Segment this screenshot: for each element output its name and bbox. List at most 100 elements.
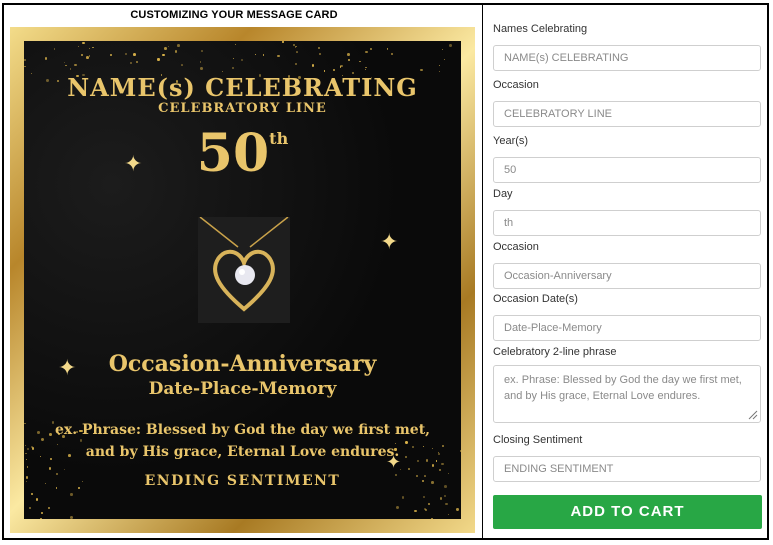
glitter-speck (136, 60, 139, 63)
day-input[interactable]: th (493, 210, 761, 236)
occasion-date-input[interactable]: Date-Place-Memory (493, 315, 761, 341)
glitter-speck (44, 57, 48, 60)
resize-grip-icon[interactable] (746, 408, 758, 420)
glitter-speck (419, 68, 423, 72)
phrase-textarea[interactable]: ex. Phrase: Blessed by God the day we fi… (493, 365, 761, 423)
glitter-speck (80, 54, 83, 56)
occasion-input[interactable]: Occasion-Anniversary (493, 263, 761, 289)
card-background: NAME(s) CELEBRATING CELEBRATORY LINE 50t… (24, 41, 461, 519)
glitter-speck (317, 47, 320, 50)
glitter-speck (241, 58, 244, 61)
glitter-speck (347, 53, 351, 57)
names-input[interactable]: NAME(s) CELEBRATING (493, 45, 761, 71)
glitter-speck (35, 498, 39, 501)
glitter-speck (444, 494, 447, 497)
card-year: 50th (24, 123, 461, 184)
glitter-speck (74, 64, 77, 67)
glitter-speck (88, 55, 91, 57)
glitter-speck (174, 50, 178, 53)
glitter-speck (176, 44, 180, 48)
glitter-speck (439, 468, 442, 472)
glitter-speck (431, 464, 435, 467)
glitter-speck (92, 46, 94, 49)
card-phrase: ex. Phrase: Blessed by God the day we fi… (24, 419, 461, 463)
glitter-speck (47, 506, 51, 510)
year-input[interactable]: 50 (493, 157, 761, 183)
card-day-suffix: th (269, 129, 289, 148)
glitter-speck (200, 49, 203, 52)
glitter-speck (443, 58, 446, 61)
glitter-speck (232, 67, 235, 70)
glitter-speck (69, 68, 72, 70)
glitter-speck (427, 503, 430, 506)
names-label: Names Celebrating (493, 23, 588, 35)
heart-necklace-image (198, 216, 290, 323)
day-label: Day (493, 188, 513, 200)
occasion-date-label: Occasion Date(s) (493, 293, 578, 305)
card-phrase-line2: and by His grace, Eternal Love endures. (85, 444, 400, 460)
card-year-number: 50 (196, 123, 270, 184)
glitter-speck (164, 47, 168, 51)
occasion2-label: Occasion (493, 241, 539, 253)
glitter-speck (235, 43, 237, 45)
glitter-speck (295, 51, 298, 54)
glitter-speck (53, 48, 56, 51)
phrase-placeholder: ex. Phrase: Blessed by God the day we fi… (504, 374, 742, 402)
glitter-speck (282, 41, 284, 43)
sparkle-icon: ✦ (380, 229, 399, 254)
glitter-speck (365, 51, 368, 54)
glitter-speck (40, 512, 43, 515)
occasion-label: Occasion (493, 79, 539, 91)
closing-label: Closing Sentiment (493, 434, 583, 446)
glitter-speck (447, 513, 449, 516)
glitter-speck (78, 45, 80, 48)
glitter-speck (24, 65, 26, 68)
glitter-speck (294, 46, 296, 48)
glitter-speck (63, 469, 65, 471)
glitter-speck (130, 61, 133, 64)
heart-pendant-icon (199, 216, 289, 312)
glitter-speck (364, 68, 367, 71)
add-to-cart-button[interactable]: ADD TO CART (493, 495, 762, 529)
glitter-speck (24, 59, 27, 62)
glitter-speck (359, 60, 361, 63)
glitter-speck (263, 54, 265, 56)
card-ending: ENDING SENTIMENT (144, 473, 341, 489)
glitter-speck (323, 70, 326, 73)
glitter-speck (70, 515, 74, 519)
glitter-speck (109, 54, 112, 57)
glitter-speck (332, 68, 336, 72)
closing-sentiment-input[interactable]: ENDING SENTIMENT (493, 456, 761, 482)
card-celebratory-line: CELEBRATORY LINE (158, 101, 327, 116)
card-occasion: Occasion-Anniversary (108, 351, 377, 377)
glitter-speck (63, 61, 65, 64)
glitter-speck (401, 496, 405, 499)
glitter-speck (414, 509, 417, 513)
glitter-speck (30, 493, 33, 496)
glitter-speck (27, 466, 29, 468)
glitter-speck (133, 53, 136, 57)
glitter-speck (65, 64, 68, 67)
glitter-speck (254, 53, 256, 55)
glitter-speck (199, 61, 202, 64)
glitter-speck (157, 58, 160, 61)
glitter-speck (430, 518, 433, 519)
glitter-speck (28, 507, 31, 510)
glitter-speck (439, 497, 443, 501)
glitter-speck (441, 48, 444, 51)
glitter-speck (390, 52, 394, 56)
card-phrase-line1: ex. Phrase: Blessed by God the day we fi… (54, 422, 431, 438)
glitter-speck (438, 64, 440, 67)
glitter-speck (348, 59, 351, 62)
glitter-speck (181, 64, 184, 67)
card-date-place: Date-Place-Memory (148, 379, 337, 399)
glitter-speck (88, 47, 91, 50)
glitter-speck (161, 53, 165, 57)
glitter-speck (448, 44, 452, 47)
glitter-speck (277, 54, 281, 58)
glitter-speck (407, 467, 411, 471)
page-title: CUSTOMIZING YOUR MESSAGE CARD (130, 9, 338, 21)
celebratory-line-input[interactable]: CELEBRATORY LINE (493, 101, 761, 127)
glitter-speck (232, 57, 234, 59)
glitter-speck (445, 503, 448, 506)
